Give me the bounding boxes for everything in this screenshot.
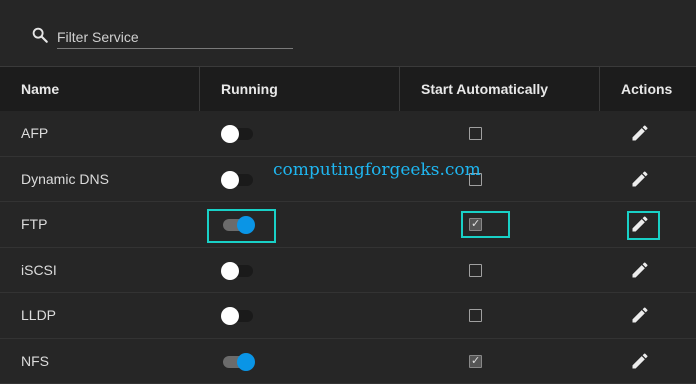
edit-pencil-icon[interactable]	[630, 169, 650, 189]
table-row: LLDP	[0, 293, 696, 339]
header-name[interactable]: Name	[0, 67, 199, 111]
service-name: NFS	[21, 339, 49, 384]
service-name: Dynamic DNS	[21, 157, 109, 202]
search-icon	[31, 26, 49, 44]
start-automatically-checkbox[interactable]	[469, 264, 482, 277]
edit-pencil-icon[interactable]	[630, 214, 650, 234]
running-toggle[interactable]	[221, 171, 255, 189]
table-row: AFP	[0, 111, 696, 157]
watermark: computingforgeeks.com	[273, 160, 481, 180]
search-input[interactable]	[57, 26, 293, 49]
running-toggle[interactable]	[221, 262, 255, 280]
header-running[interactable]: Running	[199, 67, 399, 111]
toggle-thumb	[237, 353, 255, 371]
start-automatically-checkbox[interactable]	[469, 309, 482, 322]
start-automatically-checkbox[interactable]: ✓	[469, 355, 482, 368]
header-actions: Actions	[599, 67, 696, 111]
edit-pencil-icon[interactable]	[630, 260, 650, 280]
table-row: NFS ✓	[0, 339, 696, 384]
running-toggle[interactable]	[221, 125, 255, 143]
services-table: Name Running Start Automatically Actions…	[0, 66, 696, 384]
toggle-thumb	[221, 307, 239, 325]
start-automatically-checkbox[interactable]	[469, 127, 482, 140]
toggle-thumb	[221, 262, 239, 280]
edit-pencil-icon[interactable]	[630, 305, 650, 325]
toggle-thumb	[237, 216, 255, 234]
table-row: iSCSI	[0, 248, 696, 294]
edit-pencil-icon[interactable]	[630, 123, 650, 143]
check-icon: ✓	[471, 353, 480, 369]
toggle-thumb	[221, 171, 239, 189]
service-name: LLDP	[21, 293, 56, 338]
edit-pencil-icon[interactable]	[630, 351, 650, 371]
running-toggle[interactable]	[221, 307, 255, 325]
running-toggle[interactable]	[221, 353, 255, 371]
table-header: Name Running Start Automatically Actions	[0, 66, 696, 111]
service-name: iSCSI	[21, 248, 57, 293]
toggle-thumb	[221, 125, 239, 143]
service-name: FTP	[21, 202, 47, 247]
table-body: AFPDynamic DNSFTP ✓ iSCSILLDPNFS ✓	[0, 111, 696, 384]
service-name: AFP	[21, 111, 48, 156]
header-start-automatically[interactable]: Start Automatically	[399, 67, 599, 111]
check-icon: ✓	[471, 216, 480, 232]
running-toggle[interactable]	[221, 216, 255, 234]
search-bar	[0, 0, 696, 66]
table-row: FTP ✓	[0, 202, 696, 248]
start-automatically-checkbox[interactable]: ✓	[469, 218, 482, 231]
